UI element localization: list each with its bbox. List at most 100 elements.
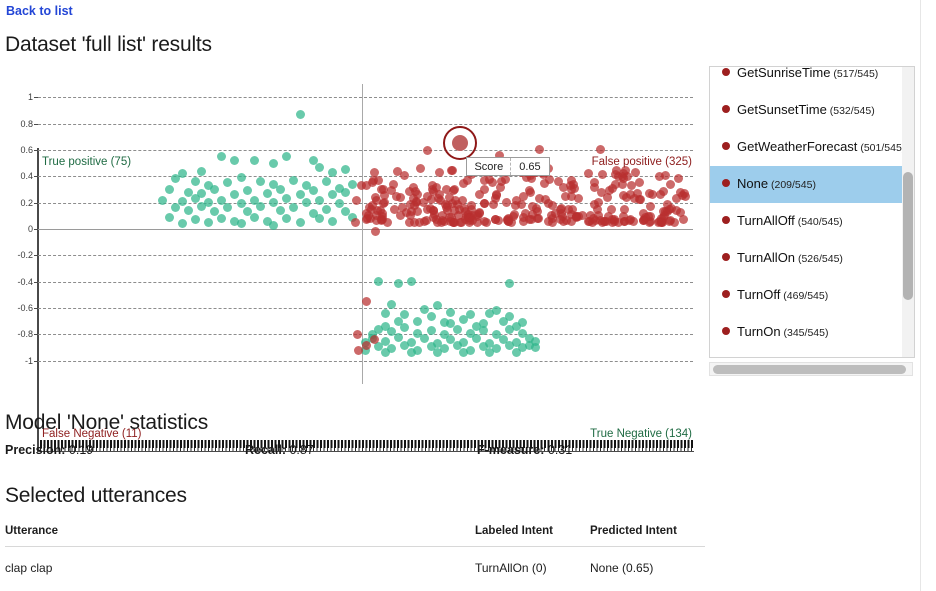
data-point-false-positive[interactable] — [482, 217, 492, 227]
data-point-false-negative[interactable] — [370, 227, 380, 237]
data-point-true-negative[interactable] — [406, 277, 416, 287]
data-point-true-negative[interactable] — [531, 343, 541, 353]
data-point-false-positive[interactable] — [480, 198, 490, 208]
data-point-true-negative[interactable] — [498, 316, 508, 326]
data-point-true-positive[interactable] — [275, 184, 285, 194]
data-point-true-positive[interactable] — [184, 206, 194, 216]
data-point-false-positive[interactable] — [434, 168, 444, 178]
data-point-true-positive[interactable] — [347, 179, 357, 189]
data-point-false-positive[interactable] — [427, 194, 437, 204]
data-point-true-negative[interactable] — [426, 311, 436, 321]
data-point-true-positive[interactable] — [249, 155, 259, 165]
page-vertical-scrollbar-thumb[interactable] — [923, 0, 934, 360]
data-point-false-negative[interactable] — [352, 195, 362, 205]
data-point-true-positive[interactable] — [328, 216, 338, 226]
legend-item-turnalloff[interactable]: TurnAllOff (540/545) — [710, 203, 914, 240]
data-point-true-negative[interactable] — [393, 278, 403, 288]
data-point-false-positive[interactable] — [599, 216, 609, 226]
legend-item-turnon[interactable]: TurnOn (345/545) — [710, 314, 914, 351]
table-row[interactable]: clap clap TurnAllOn (0) None (0.65) — [5, 547, 705, 575]
data-point-false-positive[interactable] — [383, 217, 393, 227]
data-point-true-positive[interactable] — [295, 217, 305, 227]
data-point-false-positive[interactable] — [674, 174, 684, 184]
data-point-true-negative[interactable] — [459, 348, 469, 358]
data-point-false-positive[interactable] — [665, 216, 675, 226]
data-point-true-negative[interactable] — [459, 315, 469, 325]
data-point-true-negative[interactable] — [406, 348, 416, 358]
data-point-true-positive[interactable] — [315, 213, 325, 223]
data-point-true-positive[interactable] — [197, 202, 207, 212]
data-point-false-positive[interactable] — [449, 185, 459, 195]
data-point-false-positive[interactable] — [590, 177, 600, 187]
data-point-true-positive[interactable] — [164, 184, 174, 194]
data-point-true-negative[interactable] — [413, 316, 423, 326]
data-point-false-positive[interactable] — [545, 175, 555, 185]
data-point-false-positive[interactable] — [446, 165, 456, 175]
data-point-true-negative[interactable] — [374, 277, 384, 287]
data-point-true-negative[interactable] — [419, 333, 429, 343]
data-point-false-positive[interactable] — [535, 145, 545, 155]
data-point-false-positive[interactable] — [619, 173, 629, 183]
data-point-false-positive[interactable] — [459, 203, 469, 213]
data-point-true-positive[interactable] — [177, 219, 187, 229]
data-point-true-positive[interactable] — [216, 213, 226, 223]
data-point-false-positive[interactable] — [571, 213, 581, 223]
data-point-false-positive[interactable] — [463, 176, 473, 186]
results-scatter-chart[interactable]: 1 0.8 0.6 0.4 0.2 0 -0.2 -0.4 -0.6 -0.8 -1 Score 0.6… — [0, 72, 706, 452]
data-point-true-positive[interactable] — [315, 195, 325, 205]
data-point-false-positive[interactable] — [422, 215, 432, 225]
data-point-false-positive[interactable] — [654, 217, 664, 227]
data-point-true-positive[interactable] — [164, 212, 174, 222]
data-point-false-positive[interactable] — [527, 201, 537, 211]
legend-horizontal-scrollbar-track[interactable] — [709, 362, 913, 376]
data-point-false-positive[interactable] — [596, 187, 606, 197]
legend-item-getweatherforecast[interactable]: GetWeatherForecast (501/545) — [710, 129, 914, 166]
data-point-false-positive[interactable] — [678, 214, 688, 224]
data-point-true-positive[interactable] — [328, 190, 338, 200]
data-point-false-positive[interactable] — [519, 192, 529, 202]
data-point-true-positive[interactable] — [295, 109, 305, 119]
data-point-true-negative[interactable] — [419, 304, 429, 314]
data-point-false-positive[interactable] — [388, 180, 398, 190]
data-point-true-positive[interactable] — [223, 203, 233, 213]
data-point-false-positive[interactable] — [635, 194, 645, 204]
data-point-false-positive[interactable] — [604, 186, 614, 196]
back-to-list-link[interactable]: Back to list — [6, 4, 73, 18]
data-point-true-positive[interactable] — [341, 165, 351, 175]
data-point-true-positive[interactable] — [171, 203, 181, 213]
data-point-false-negative[interactable] — [369, 335, 379, 345]
data-point-true-positive[interactable] — [190, 177, 200, 187]
legend-item-none[interactable]: None (209/545) — [710, 166, 914, 203]
data-point-false-positive[interactable] — [671, 194, 681, 204]
data-point-false-positive[interactable] — [594, 197, 604, 207]
data-point-true-positive[interactable] — [269, 220, 279, 230]
data-point-false-positive[interactable] — [380, 197, 390, 207]
data-point-false-positive[interactable] — [410, 187, 420, 197]
data-point-true-negative[interactable] — [387, 299, 397, 309]
data-point-false-positive[interactable] — [503, 213, 513, 223]
data-point-false-positive[interactable] — [645, 188, 655, 198]
data-point-false-positive[interactable] — [396, 192, 406, 202]
data-point-true-negative[interactable] — [433, 300, 443, 310]
intent-legend-list[interactable]: GetSunriseTime (517/545) GetSunsetTime (5… — [710, 67, 914, 351]
legend-item-turnoff[interactable]: TurnOff (469/545) — [710, 277, 914, 314]
data-point-true-positive[interactable] — [302, 198, 312, 208]
data-point-true-positive[interactable] — [157, 195, 167, 205]
data-point-false-positive[interactable] — [562, 215, 572, 225]
data-point-true-negative[interactable] — [380, 308, 390, 318]
data-point-true-positive[interactable] — [243, 186, 253, 196]
data-point-true-positive[interactable] — [223, 178, 233, 188]
data-point-false-positive[interactable] — [409, 200, 419, 210]
data-point-true-negative[interactable] — [485, 348, 495, 358]
data-point-true-positive[interactable] — [321, 177, 331, 187]
data-point-false-negative[interactable] — [352, 329, 362, 339]
data-point-true-positive[interactable] — [197, 166, 207, 176]
data-point-true-positive[interactable] — [262, 188, 272, 198]
data-point-false-positive[interactable] — [495, 182, 505, 192]
intent-legend-panel[interactable]: GetSunriseTime (517/545) GetSunsetTime (5… — [709, 66, 915, 358]
plot-area[interactable]: 1 0.8 0.6 0.4 0.2 0 -0.2 -0.4 -0.6 -0.8 -1 Score 0.6… — [17, 84, 693, 384]
data-point-false-positive[interactable] — [560, 192, 570, 202]
data-point-true-positive[interactable] — [341, 187, 351, 197]
data-point-false-positive[interactable] — [656, 190, 666, 200]
data-point-false-positive[interactable] — [415, 164, 425, 174]
